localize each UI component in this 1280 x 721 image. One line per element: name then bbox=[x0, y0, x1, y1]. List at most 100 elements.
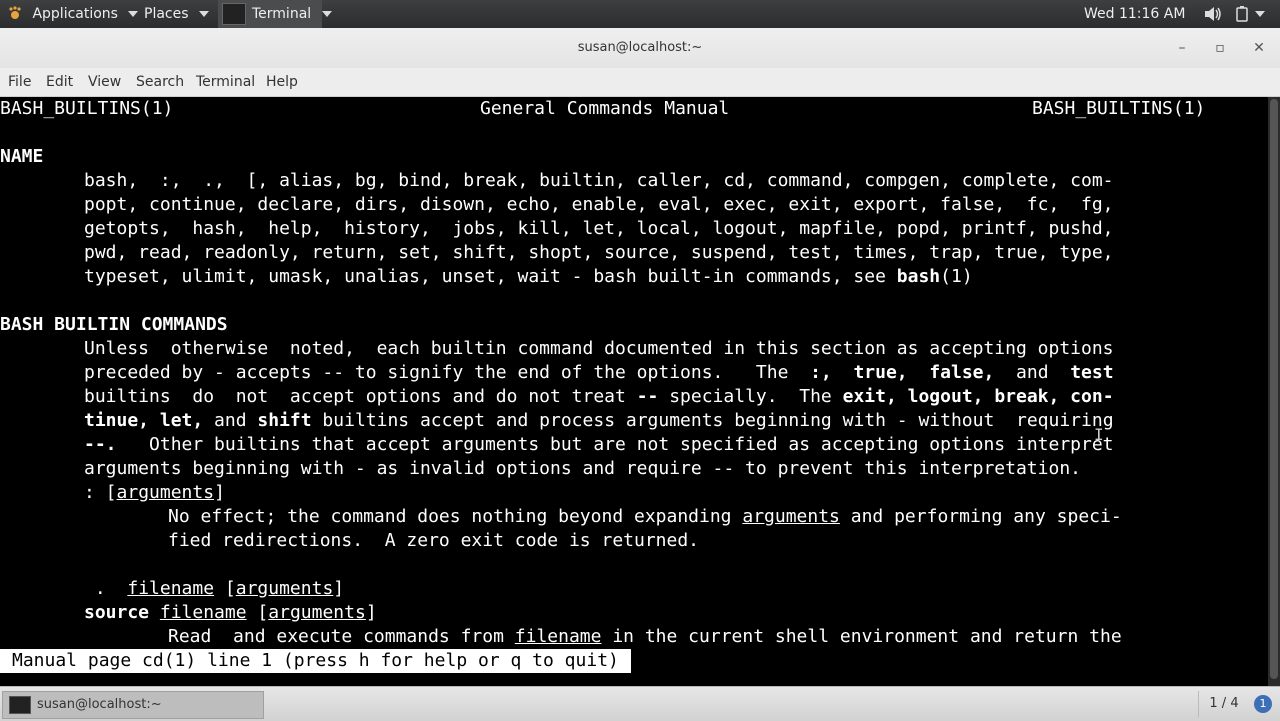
command-dot: . filename [arguments] bbox=[84, 577, 344, 601]
pager-status-line: Manual page cd(1) line 1 (press h for he… bbox=[0, 649, 631, 673]
arg-arguments: arguments bbox=[235, 578, 334, 599]
bold-true: true, bbox=[853, 362, 908, 383]
workspace-switcher[interactable]: 1 / 4 bbox=[1198, 691, 1249, 717]
arg-filename: filename bbox=[127, 578, 215, 599]
desc-text: No effect; the command does nothing beyo… bbox=[168, 506, 743, 527]
name-line-text: typeset, ulimit, umask, unalias, unset, … bbox=[84, 266, 897, 287]
arg-arguments: arguments bbox=[268, 602, 366, 623]
taskbar: susan@localhost:~ 1 / 4 1 bbox=[0, 686, 1280, 721]
menu-help[interactable]: Help bbox=[266, 68, 298, 96]
desc-text: in the current shell environment and ret… bbox=[601, 626, 1122, 647]
cmd-text: ] bbox=[333, 578, 345, 599]
para-line: --. Other builtins that accept arguments… bbox=[84, 433, 1114, 457]
clock[interactable]: Wed 11:16 AM bbox=[1084, 0, 1185, 28]
name-line: pwd, read, readonly, return, set, shift,… bbox=[84, 242, 1114, 263]
command-colon: : [arguments] bbox=[84, 481, 225, 505]
para-line: builtins do not accept options and do no… bbox=[84, 385, 1114, 409]
bold-builtins: exit, logout, break, con- bbox=[842, 386, 1114, 407]
gnome-foot-icon bbox=[9, 6, 21, 19]
menu-file[interactable]: File bbox=[8, 68, 31, 96]
arg-filename: filename bbox=[159, 602, 247, 623]
command-source: source filename [arguments] bbox=[84, 601, 377, 625]
para-line: tinue, let, and shift builtins accept an… bbox=[84, 409, 1114, 433]
cmd-text: ] bbox=[214, 482, 225, 503]
desc-text: and performing any speci- bbox=[839, 506, 1122, 527]
notification-badge[interactable]: 1 bbox=[1254, 695, 1272, 713]
taskbar-window-button[interactable]: susan@localhost:~ bbox=[2, 691, 264, 719]
desc-text: Read and execute commands from bbox=[168, 626, 515, 647]
desc-line: fied redirections. A zero exit code is r… bbox=[168, 530, 700, 551]
man-header-right: BASH_BUILTINS(1) bbox=[1032, 98, 1206, 119]
para-text: specially. The bbox=[658, 386, 843, 407]
menu-search[interactable]: Search bbox=[136, 68, 184, 96]
chevron-down-icon bbox=[321, 11, 332, 17]
section-heading-name: NAME bbox=[0, 146, 44, 167]
para-text: preceded by - accepts -- to signify the … bbox=[84, 362, 811, 383]
menubar: File Edit View Search Terminal Help bbox=[0, 68, 1280, 97]
terminal-output[interactable]: BASH_BUILTINS(1) General Commands Manual… bbox=[0, 97, 1268, 686]
applications-menu[interactable]: Applications bbox=[8, 0, 139, 28]
text-cursor-icon: I bbox=[1094, 425, 1104, 444]
scrollbar-thumb[interactable] bbox=[1270, 99, 1278, 679]
terminal-app-menu[interactable]: Terminal bbox=[218, 0, 332, 28]
cmd-text: ] bbox=[365, 602, 377, 623]
name-line: bash, :, ., [, alias, bg, bind, break, b… bbox=[84, 170, 1114, 191]
battery-icon[interactable] bbox=[1236, 0, 1248, 28]
desc-line: Read and execute commands from filename … bbox=[168, 625, 1122, 649]
window-titlebar[interactable]: susan@localhost:~ – ▫ ✕ bbox=[0, 28, 1280, 68]
terminal-icon bbox=[222, 3, 246, 25]
places-menu[interactable]: Places bbox=[144, 0, 209, 28]
arg-filename: filename bbox=[514, 626, 602, 647]
terminal-app-label: Terminal bbox=[252, 6, 312, 22]
menu-view[interactable]: View bbox=[88, 68, 121, 96]
para-line: Unless otherwise noted, each builtin com… bbox=[84, 338, 1114, 359]
section-heading-builtins: BASH BUILTIN COMMANDS bbox=[0, 314, 228, 335]
menu-edit[interactable]: Edit bbox=[46, 68, 73, 96]
terminal-scrollbar[interactable] bbox=[1268, 97, 1280, 686]
chevron-down-icon bbox=[1255, 11, 1265, 17]
cmd-text: . bbox=[84, 578, 128, 599]
name-line: typeset, ulimit, umask, unalias, unset, … bbox=[84, 265, 973, 289]
cmd-source: source bbox=[84, 602, 150, 623]
chevron-down-icon bbox=[128, 11, 139, 17]
para-text: and bbox=[203, 410, 258, 431]
maximize-button[interactable]: ▫ bbox=[1208, 28, 1232, 68]
arg-arguments: arguments bbox=[742, 506, 840, 527]
cmd-text: [ bbox=[214, 578, 236, 599]
bold-colon: :, bbox=[810, 362, 832, 383]
chevron-down-icon bbox=[198, 11, 209, 17]
para-space bbox=[908, 362, 930, 383]
bold-shift: shift bbox=[257, 410, 312, 431]
top-panel: Applications Places Terminal Wed 11:16 A… bbox=[0, 0, 1280, 28]
minimize-button[interactable]: – bbox=[1170, 28, 1194, 68]
arg-arguments: arguments bbox=[116, 482, 215, 503]
terminal-icon bbox=[9, 695, 31, 714]
bold-test: test bbox=[1070, 362, 1114, 383]
system-menu[interactable] bbox=[1255, 0, 1265, 28]
para-space bbox=[832, 362, 854, 383]
name-line: getopts, hash, help, history, jobs, kill… bbox=[84, 218, 1114, 239]
close-button[interactable]: ✕ bbox=[1247, 28, 1271, 68]
applications-label: Applications bbox=[32, 6, 118, 22]
name-line: popt, continue, declare, dirs, disown, e… bbox=[84, 194, 1114, 215]
cmd-text bbox=[149, 602, 160, 623]
para-line: arguments beginning with - as invalid op… bbox=[84, 458, 1081, 479]
cmd-text: [ bbox=[246, 602, 269, 623]
bash-ref-section: (1) bbox=[940, 266, 973, 287]
bold-double-dash: -- bbox=[636, 386, 659, 407]
window-title: susan@localhost:~ bbox=[577, 40, 703, 55]
places-label: Places bbox=[144, 6, 189, 22]
bold-builtins: tinue, let, bbox=[84, 410, 204, 431]
desc-line: No effect; the command does nothing beyo… bbox=[168, 505, 1122, 529]
para-text: Other builtins that accept arguments but… bbox=[116, 434, 1114, 455]
menu-terminal[interactable]: Terminal bbox=[196, 68, 255, 96]
taskbar-window-label: susan@localhost:~ bbox=[37, 697, 162, 712]
bash-ref: bash bbox=[896, 266, 941, 287]
man-header-left: BASH_BUILTINS(1) bbox=[0, 98, 174, 119]
para-text: and bbox=[994, 362, 1071, 383]
bold-double-dash: --. bbox=[84, 434, 117, 455]
volume-icon[interactable] bbox=[1204, 0, 1222, 28]
man-header-center: General Commands Manual bbox=[480, 98, 730, 119]
cmd-text: : [ bbox=[84, 482, 117, 503]
para-text: builtins do not accept options and do no… bbox=[84, 386, 637, 407]
